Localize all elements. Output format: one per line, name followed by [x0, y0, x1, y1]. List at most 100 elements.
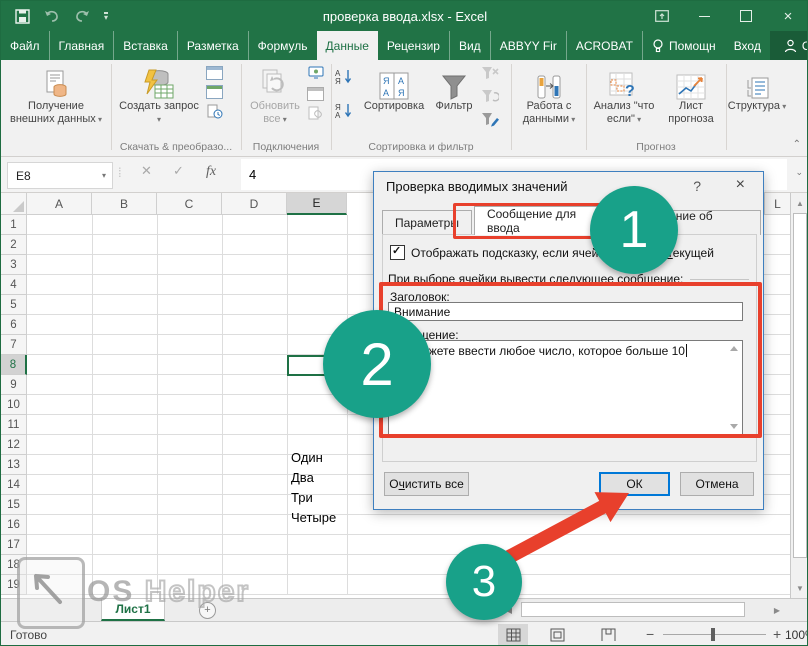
- clear-all-button[interactable]: Очистить все: [384, 472, 469, 496]
- row-header[interactable]: 1: [1, 215, 27, 235]
- row-header[interactable]: 16: [1, 515, 27, 535]
- scroll-right-icon[interactable]: ▶: [769, 602, 785, 618]
- properties-icon[interactable]: [307, 87, 324, 101]
- cancel-dialog-button[interactable]: Отмена: [680, 472, 754, 496]
- cell-E4[interactable]: Два: [291, 467, 314, 487]
- undo-icon[interactable]: [44, 10, 60, 23]
- reapply-filter-icon[interactable]: [481, 89, 499, 106]
- column-header[interactable]: E: [287, 193, 347, 215]
- data-tools-button[interactable]: Работа с данными: [515, 64, 583, 126]
- customize-qat-icon[interactable]: ▾: [104, 12, 108, 21]
- dialog-help-button[interactable]: ?: [693, 178, 701, 194]
- tab-tell-me[interactable]: Помощн: [642, 31, 725, 60]
- zoom-level[interactable]: 100%: [785, 628, 808, 642]
- sign-in-link[interactable]: Вход: [725, 31, 770, 60]
- row-header[interactable]: 17: [1, 535, 27, 555]
- column-header-far[interactable]: L: [764, 193, 790, 215]
- minimize-button[interactable]: [683, 1, 725, 31]
- dialog-title-bar[interactable]: Проверка вводимых значений ? ×: [374, 172, 763, 200]
- zoom-slider-handle[interactable]: [711, 628, 715, 641]
- row-header[interactable]: 5: [1, 295, 27, 315]
- vertical-scrollbar[interactable]: ▲ ▼: [790, 193, 808, 598]
- row-header[interactable]: 14: [1, 475, 27, 495]
- show-queries-icon[interactable]: [206, 66, 223, 80]
- enter-icon[interactable]: ✓: [173, 163, 184, 179]
- row-header[interactable]: 2: [1, 235, 27, 255]
- filter-button[interactable]: Фильтр: [431, 64, 477, 113]
- row-header[interactable]: 9: [1, 375, 27, 395]
- recent-sources-icon[interactable]: [207, 104, 223, 122]
- tab-acrobat[interactable]: ACROBAT: [566, 31, 642, 60]
- row-header[interactable]: 4: [1, 275, 27, 295]
- column-header[interactable]: A: [27, 193, 92, 215]
- scroll-down-icon[interactable]: ▼: [791, 579, 808, 597]
- what-if-button[interactable]: ? Анализ "что если": [589, 64, 659, 126]
- filter-icon: [441, 64, 467, 100]
- select-all-corner[interactable]: [1, 193, 27, 215]
- vertical-scroll-thumb[interactable]: [793, 213, 807, 558]
- zoom-out-button[interactable]: −: [646, 626, 654, 642]
- name-box-dropdown-icon[interactable]: ▾: [102, 171, 106, 180]
- collapse-ribbon-icon[interactable]: ⌃: [793, 139, 801, 150]
- new-query-button[interactable]: Создать запрос: [119, 64, 199, 126]
- row-header[interactable]: 3: [1, 255, 27, 275]
- page-break-view-button[interactable]: [593, 624, 623, 645]
- name-box[interactable]: E8 ▾: [7, 162, 113, 189]
- maximize-button[interactable]: [725, 1, 767, 31]
- external-data-icon: [42, 64, 70, 100]
- horizontal-scroll-thumb[interactable]: [521, 602, 745, 617]
- expand-formula-bar-icon[interactable]: ⌄: [795, 167, 803, 178]
- outline-button[interactable]: Структура: [727, 64, 787, 113]
- tab-data[interactable]: Данные: [317, 31, 378, 60]
- edit-links-icon[interactable]: [308, 106, 323, 123]
- get-external-data-button[interactable]: Получение внешних данных: [6, 64, 106, 126]
- refresh-all-button[interactable]: Обновить все: [244, 64, 306, 126]
- formula-bar-handle[interactable]: ⁞: [118, 165, 120, 180]
- cell-E6[interactable]: Четыре: [291, 507, 336, 527]
- cell-E3[interactable]: Один: [291, 447, 323, 467]
- column-header[interactable]: D: [222, 193, 287, 215]
- horizontal-scrollbar[interactable]: ◀ ▶: [501, 601, 789, 619]
- sort-desc-icon[interactable]: ЯА: [335, 102, 355, 122]
- tab-home[interactable]: Главная: [49, 31, 114, 60]
- sort-button[interactable]: ЯААЯ Сортировка: [359, 64, 429, 113]
- insert-function-icon[interactable]: fx: [206, 164, 216, 180]
- clear-filter-icon[interactable]: [481, 66, 499, 83]
- advanced-filter-icon[interactable]: [481, 112, 499, 130]
- row-header[interactable]: 10: [1, 395, 27, 415]
- column-header[interactable]: C: [157, 193, 222, 215]
- ribbon: Получение внешних данных Создать запрос …: [1, 60, 808, 157]
- tab-review[interactable]: Рецензир: [378, 31, 449, 60]
- from-table-icon[interactable]: [206, 85, 223, 99]
- forecast-sheet-button[interactable]: Лист прогноза: [661, 64, 721, 126]
- page-layout-view-button[interactable]: [542, 624, 572, 645]
- connections-icon[interactable]: [308, 66, 324, 82]
- close-button[interactable]: ×: [767, 1, 808, 31]
- row-header[interactable]: 6: [1, 315, 27, 335]
- row-header[interactable]: 11: [1, 415, 27, 435]
- tab-file[interactable]: Файл: [1, 31, 49, 60]
- dialog-close-button[interactable]: ×: [736, 177, 745, 193]
- ok-button[interactable]: ОК: [599, 472, 670, 496]
- row-header[interactable]: 7: [1, 335, 27, 355]
- ribbon-display-options-button[interactable]: [641, 1, 683, 31]
- row-header[interactable]: 8: [1, 355, 27, 375]
- scroll-up-icon[interactable]: ▲: [791, 194, 808, 212]
- tab-formulas[interactable]: Формуль: [248, 31, 317, 60]
- redo-icon[interactable]: [74, 10, 90, 23]
- row-header[interactable]: 12: [1, 435, 27, 455]
- row-header[interactable]: 13: [1, 455, 27, 475]
- tab-insert[interactable]: Вставка: [113, 31, 177, 60]
- tab-view[interactable]: Вид: [449, 31, 490, 60]
- column-header[interactable]: B: [92, 193, 157, 215]
- normal-view-button[interactable]: [498, 624, 528, 645]
- row-header[interactable]: 15: [1, 495, 27, 515]
- cancel-icon[interactable]: ✕: [141, 163, 152, 179]
- tab-abbyy[interactable]: ABBYY Fir: [490, 31, 566, 60]
- cell-E5[interactable]: Три: [291, 487, 313, 507]
- sort-asc-icon[interactable]: АЯ: [335, 68, 355, 88]
- share-button[interactable]: Общий доступ: [770, 31, 808, 60]
- zoom-in-button[interactable]: +: [773, 626, 781, 642]
- save-icon[interactable]: [15, 9, 30, 24]
- tab-layout[interactable]: Разметка: [177, 31, 248, 60]
